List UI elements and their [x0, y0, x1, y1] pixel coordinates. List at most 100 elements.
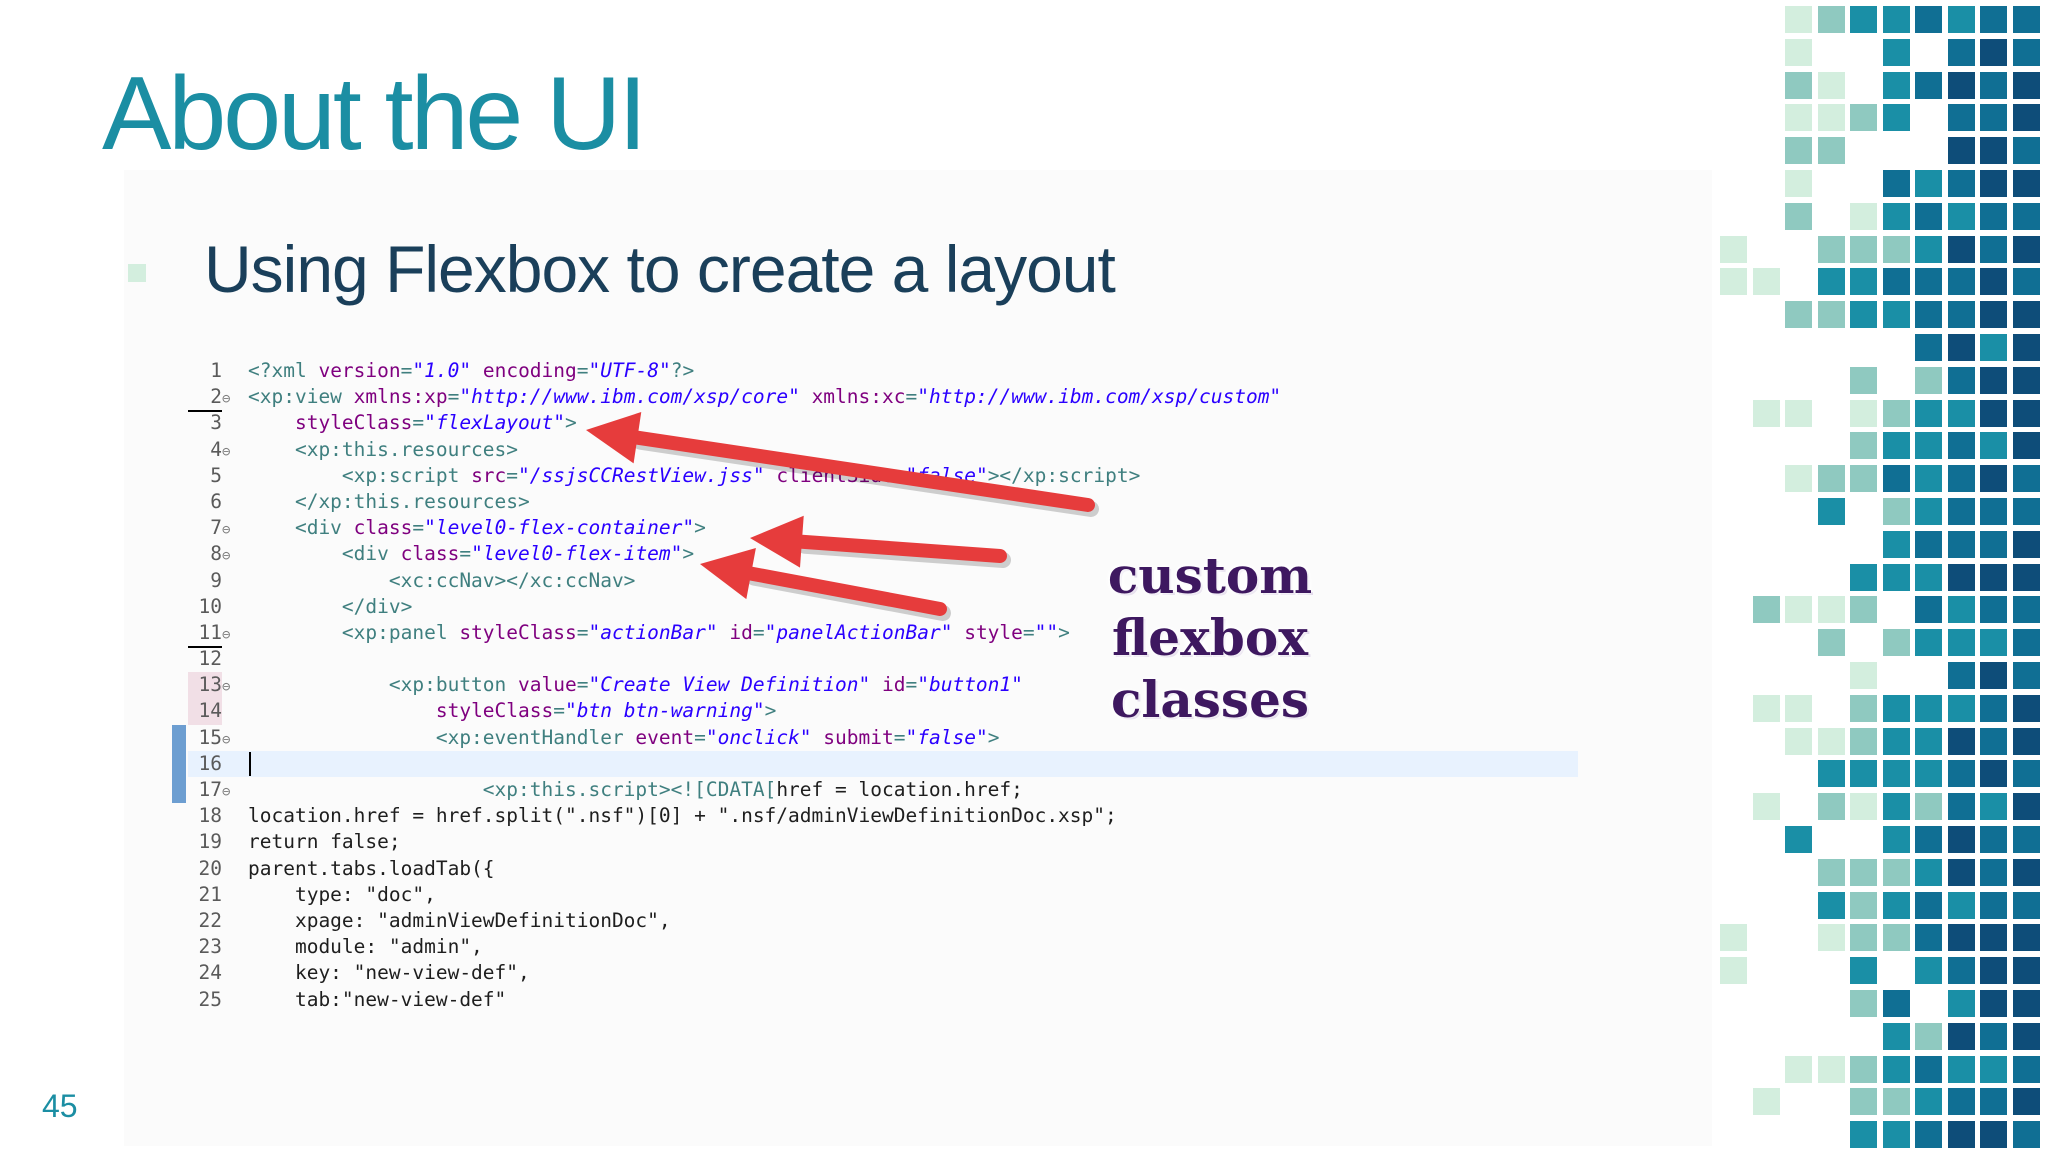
- mosaic-tile: [1915, 399, 1942, 427]
- mosaic-tile: [1980, 498, 2007, 525]
- mosaic-tile: [1980, 563, 2007, 591]
- mosaic-tile: [1850, 104, 1877, 132]
- mosaic-tile: [1980, 432, 2007, 460]
- mosaic-tile: [1817, 1055, 1845, 1083]
- mosaic-tile: [1752, 399, 1780, 427]
- mosaic-tile: [1947, 990, 1975, 1017]
- mosaic-tile: [1850, 596, 1877, 624]
- mosaic-tile: [2012, 760, 2040, 788]
- mosaic-tile: [2012, 301, 2040, 329]
- mosaic-tile: [1947, 1022, 1975, 1050]
- mosaic-tile: [1817, 596, 1845, 624]
- mosaic-tile: [1947, 694, 1975, 722]
- mosaic-tile: [1915, 366, 1942, 394]
- mosaic-tile: [1915, 235, 1942, 263]
- mosaic-tile: [1980, 924, 2007, 952]
- mosaic-tile: [1947, 71, 1975, 99]
- mosaic-tile: [1817, 465, 1845, 493]
- mosaic-tile: [1980, 137, 2007, 165]
- mosaic-tile: [2012, 924, 2040, 952]
- mosaic-tile: [1947, 6, 1975, 33]
- mosaic-tile: [1817, 6, 1845, 33]
- mosaic-tile: [1947, 596, 1975, 624]
- mosaic-tile: [2012, 334, 2040, 361]
- annotation-line-classes: classes: [1110, 670, 1310, 729]
- mosaic-tile: [1850, 957, 1877, 985]
- mosaic-tile: [1980, 990, 2007, 1017]
- mosaic-tile: [2012, 990, 2040, 1017]
- page-number: 45: [42, 1088, 78, 1124]
- mosaic-tile: [1915, 563, 1942, 591]
- mosaic-tile: [1850, 366, 1877, 394]
- mosaic-tile: [1785, 465, 1812, 493]
- mosaic-tile: [1947, 530, 1975, 558]
- mosaic-tile: [1850, 793, 1877, 821]
- mosaic-tile: [2012, 137, 2040, 165]
- mosaic-tile: [1882, 1088, 1910, 1116]
- mosaic-tile: [1947, 629, 1975, 657]
- mosaic-tile: [1720, 268, 1747, 296]
- mosaic-tile: [1980, 727, 2007, 755]
- mosaic-tile: [1915, 465, 1942, 493]
- mosaic-tile: [1947, 891, 1975, 919]
- mosaic-tile: [1980, 858, 2007, 886]
- mosaic-tile: [1720, 957, 1747, 985]
- mosaic-tile: [1850, 6, 1877, 33]
- mosaic-tile: [1980, 268, 2007, 296]
- mosaic-tile: [1980, 366, 2007, 394]
- mosaic-tile: [1850, 202, 1877, 230]
- mosaic-tile: [1980, 104, 2007, 132]
- mosaic-tile: [1915, 727, 1942, 755]
- mosaic-tile: [1915, 596, 1942, 624]
- mosaic-tile: [1980, 793, 2007, 821]
- mosaic-tile: [1850, 268, 1877, 296]
- mosaic-tile: [1850, 924, 1877, 952]
- mosaic-tile: [2012, 399, 2040, 427]
- mosaic-tile: [2012, 858, 2040, 886]
- mosaic-tile: [1850, 301, 1877, 329]
- mosaic-tile: [2012, 629, 2040, 657]
- mosaic-tile: [2012, 465, 2040, 493]
- mosaic-tile: [2012, 71, 2040, 99]
- mosaic-tile: [1850, 465, 1877, 493]
- mosaic-tile: [1980, 334, 2007, 361]
- decorative-tile-mosaic: [1716, 0, 2048, 1152]
- mosaic-tile: [1947, 399, 1975, 427]
- mosaic-tile: [2012, 891, 2040, 919]
- mosaic-tile: [1752, 268, 1780, 296]
- mosaic-tile: [1915, 432, 1942, 460]
- mosaic-tile: [1882, 170, 1910, 197]
- mosaic-tile: [1882, 399, 1910, 427]
- mosaic-tile: [1915, 1055, 1942, 1083]
- mosaic-tile: [2012, 727, 2040, 755]
- mosaic-tile: [1947, 793, 1975, 821]
- mosaic-tile: [2012, 1055, 2040, 1083]
- mosaic-tile: [1947, 465, 1975, 493]
- mosaic-tile: [1882, 432, 1910, 460]
- mosaic-tile: [1850, 760, 1877, 788]
- mosaic-tile: [1980, 694, 2007, 722]
- mosaic-tile: [1785, 202, 1812, 230]
- mosaic-tile: [1817, 760, 1845, 788]
- mosaic-tile: [1817, 727, 1845, 755]
- mosaic-tile: [1752, 596, 1780, 624]
- mosaic-tile: [2012, 202, 2040, 230]
- mosaic-tile: [2012, 957, 2040, 985]
- mosaic-tile: [1915, 530, 1942, 558]
- red-arrow: [586, 411, 1099, 517]
- mosaic-tile: [2012, 662, 2040, 689]
- mosaic-tile: [1882, 104, 1910, 132]
- mosaic-tile: [1980, 1121, 2007, 1149]
- mosaic-tile: [1882, 793, 1910, 821]
- mosaic-tile: [1882, 563, 1910, 591]
- mosaic-tile: [1882, 202, 1910, 230]
- mosaic-tile: [1882, 891, 1910, 919]
- mosaic-tile: [1947, 563, 1975, 591]
- mosaic-tile: [1947, 662, 1975, 689]
- mosaic-tile: [1785, 6, 1812, 33]
- mosaic-tile: [1850, 990, 1877, 1017]
- mosaic-tile: [1980, 71, 2007, 99]
- mosaic-tile: [1850, 1088, 1877, 1116]
- mosaic-tile: [1817, 268, 1845, 296]
- mosaic-tile: [1882, 826, 1910, 853]
